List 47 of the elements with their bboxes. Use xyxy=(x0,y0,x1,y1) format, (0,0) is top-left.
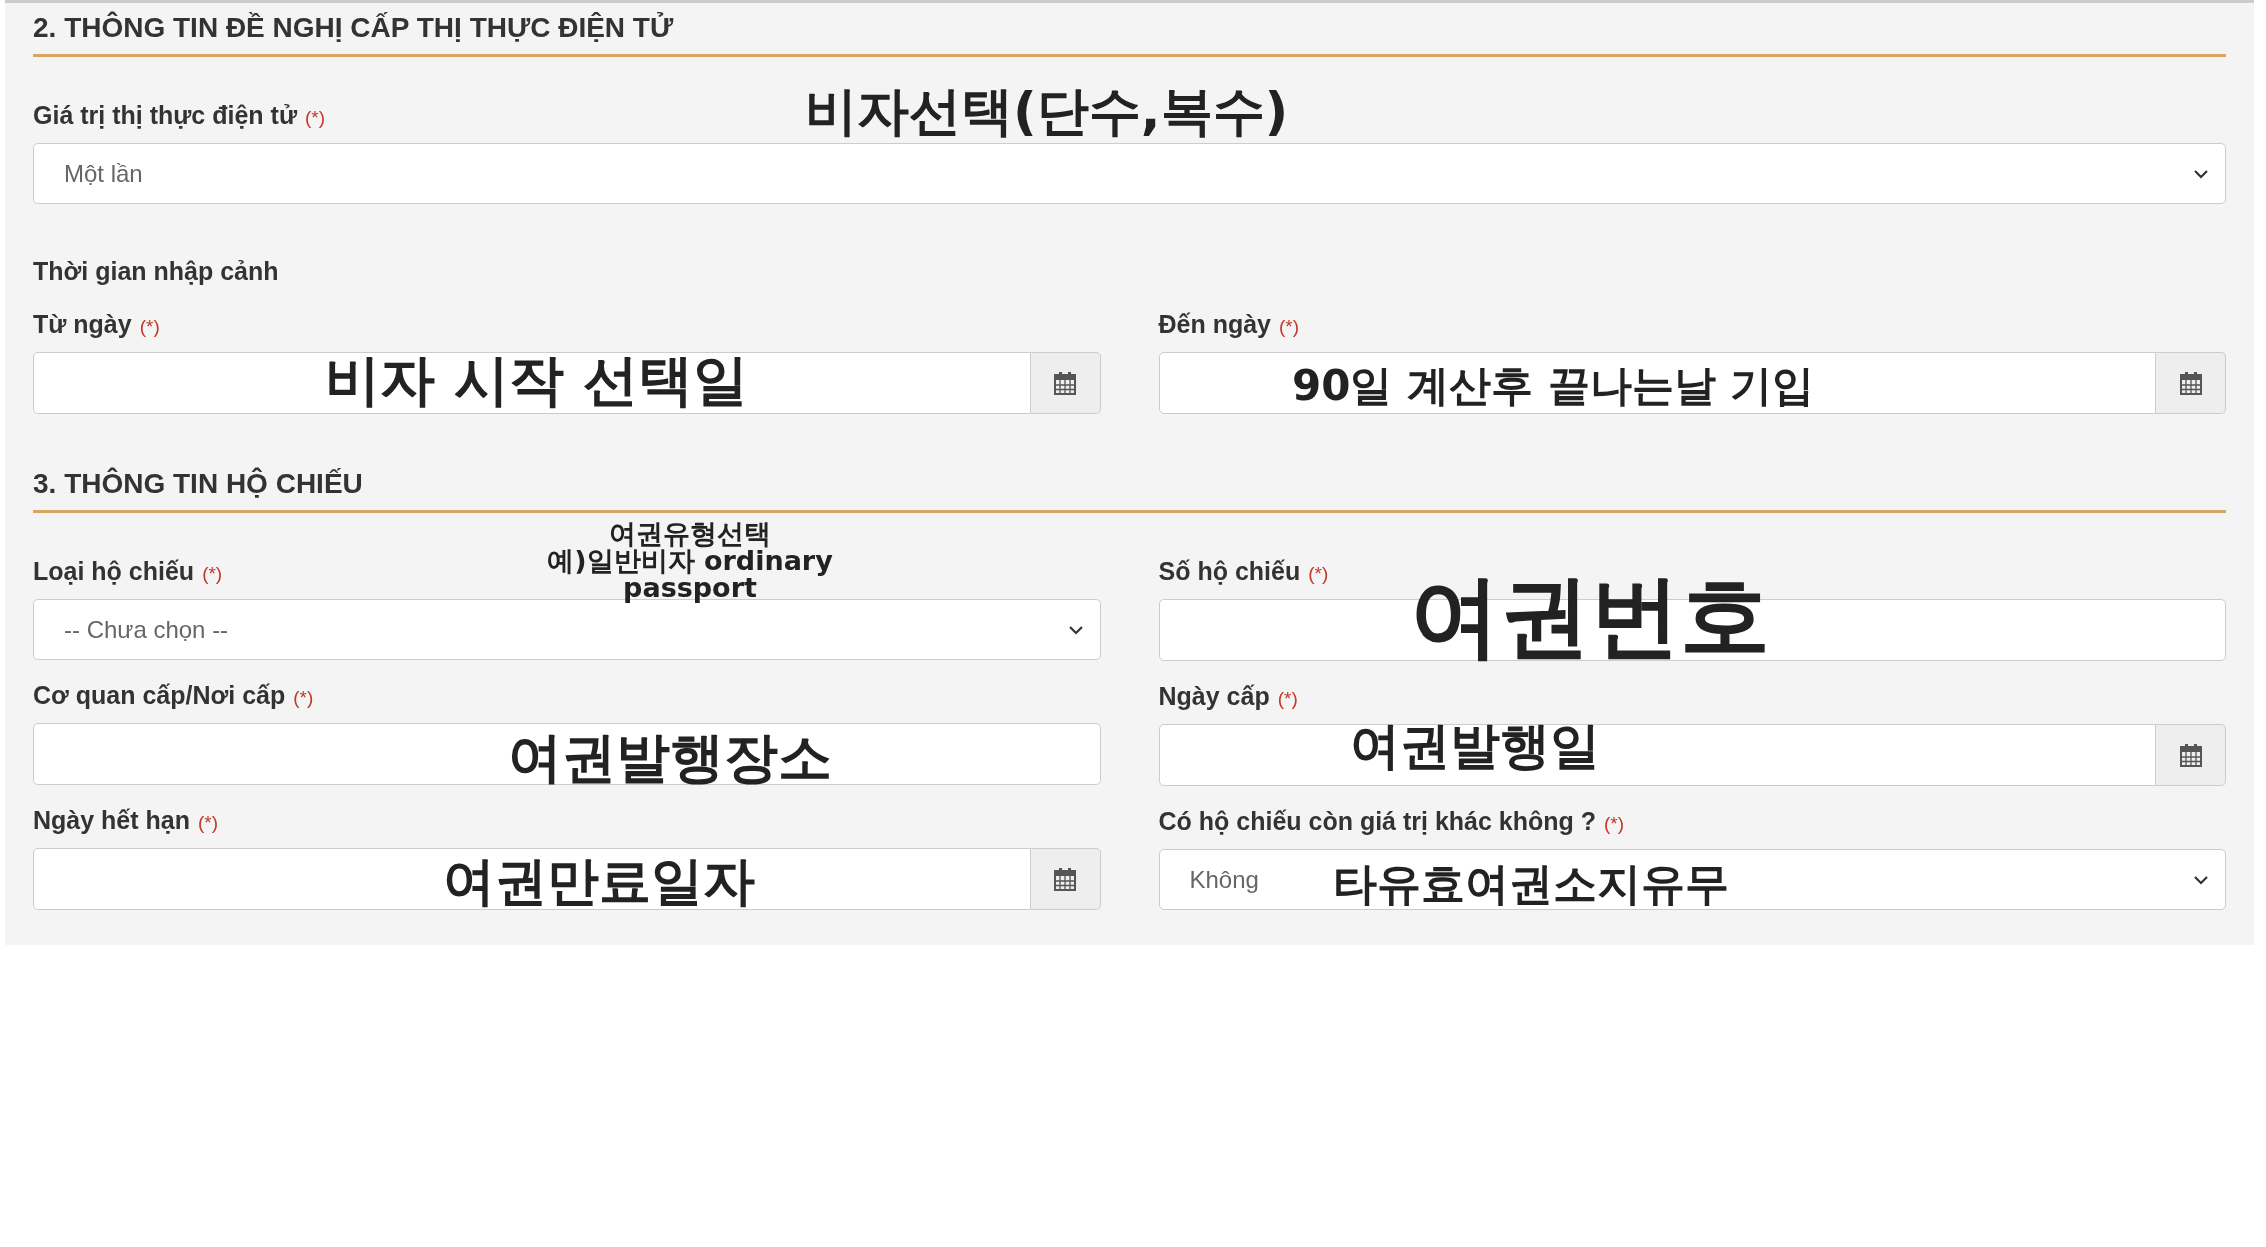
chevron-down-icon xyxy=(2193,874,2209,885)
date-field[interactable] xyxy=(1158,352,2156,414)
input-field[interactable] xyxy=(33,723,1101,785)
annotation-text: 여권만료일자 xyxy=(443,855,755,907)
field-label: Số hộ chiếu xyxy=(1158,556,1301,587)
field-label: Có hộ chiếu còn giá trị khác không ? xyxy=(1158,806,1597,837)
calendar-icon xyxy=(2179,371,2202,395)
date-field[interactable] xyxy=(33,352,1031,414)
annotation-text: 여권발행일 xyxy=(1350,721,1600,771)
field-label: Ngày cấp xyxy=(1158,681,1270,712)
date-field[interactable] xyxy=(33,848,1031,910)
required-mark: (*) xyxy=(293,686,314,710)
required-mark: (*) xyxy=(305,106,326,130)
chevron-down-icon xyxy=(2193,168,2209,179)
required-mark: (*) xyxy=(1277,687,1298,711)
calendar-button[interactable] xyxy=(2156,352,2226,414)
field-label: Giá trị thị thực điện tử xyxy=(33,100,297,131)
date-field[interactable] xyxy=(1158,724,2156,786)
annotation-text: 비자 시작 선택일 xyxy=(325,353,749,408)
calendar-button[interactable] xyxy=(1030,352,1101,414)
chevron-down-icon xyxy=(1067,624,1084,635)
required-mark: (*) xyxy=(1279,315,1300,339)
annotation-text: 여권유형선택 예)일반비자 ordinary passport xyxy=(546,520,834,601)
required-mark: (*) xyxy=(1604,812,1625,836)
annotation-text: 90일 계산후 끝나는날 기입 xyxy=(1292,365,1815,407)
required-mark: (*) xyxy=(1308,562,1329,586)
section-title: 2. THÔNG TIN ĐỀ NGHỊ CẤP THỊ THỰC ĐIỆN TỬ xyxy=(33,10,2226,57)
select-field[interactable]: Một lần xyxy=(33,143,2226,204)
calendar-icon xyxy=(1054,867,1076,891)
calendar-icon xyxy=(2179,743,2202,767)
section-title: 3. THÔNG TIN HỘ CHIẾU xyxy=(33,466,2226,513)
annotation-text: 여권번호 xyxy=(1410,571,1770,661)
field-label: Cơ quan cấp/Nơi cấp xyxy=(33,680,286,711)
calendar-button[interactable] xyxy=(1030,848,1101,910)
field-label: Loại hộ chiếu xyxy=(33,556,195,587)
required-mark: (*) xyxy=(202,562,223,586)
field-label: Đến ngày xyxy=(1158,309,1272,340)
required-mark: (*) xyxy=(198,811,219,835)
annotation-text: 타유효여권소지유무 xyxy=(1333,862,1729,906)
calendar-icon xyxy=(1054,371,1076,395)
annotation-text: 여권발행장소 xyxy=(508,731,832,785)
group-heading: Thời gian nhập cảnh xyxy=(33,256,280,287)
calendar-button[interactable] xyxy=(2156,724,2226,786)
field-label: Ngày hết hạn xyxy=(33,805,190,836)
annotation-text: 비자선택(단수,복수) xyxy=(805,85,1289,137)
required-mark: (*) xyxy=(139,315,160,339)
field-label: Từ ngày xyxy=(33,309,132,340)
